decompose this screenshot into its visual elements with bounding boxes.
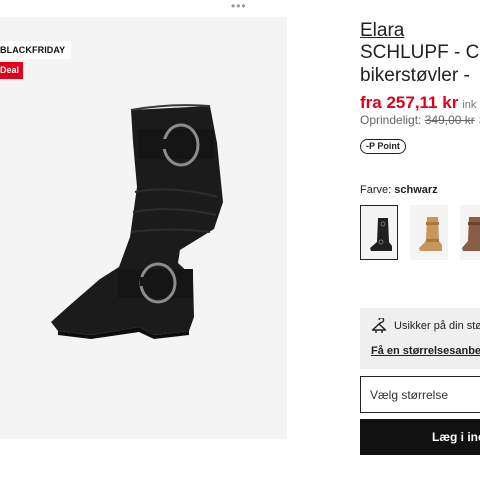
point-badge-label: Point — [377, 141, 400, 151]
product-title-line1: SCHLUPF - C — [360, 42, 480, 63]
hanger-icon — [371, 318, 387, 333]
original-price: 349,00 kr — [424, 113, 475, 127]
swatch-boot-image — [462, 217, 480, 251]
swatch-boot-image — [370, 218, 392, 251]
size-select-placeholder: Vælg størrelse — [370, 388, 449, 402]
color-swatch-brown[interactable] — [460, 205, 480, 260]
boot-image — [51, 104, 223, 339]
deal-badge: Deal — [0, 62, 24, 79]
window-menu-dots[interactable]: ••• — [231, 0, 247, 12]
color-swatch-schwarz[interactable] — [360, 205, 398, 260]
size-recommendation-link[interactable]: Få en størrelsesanbef — [371, 345, 480, 357]
product-image-panel[interactable]: BLACKFRIDAY Deal — [0, 17, 287, 439]
color-swatch-tan[interactable] — [410, 205, 448, 260]
p-point-icon: -P — [366, 141, 375, 151]
brand-link[interactable]: Elara — [360, 20, 404, 42]
blackfriday-badge: BLACKFRIDAY — [0, 41, 72, 59]
size-help-text: Usikker på din stø — [394, 320, 480, 332]
vat-note: ink — [462, 99, 477, 111]
color-label: Farve: — [360, 184, 392, 196]
original-price-row: Oprindeligt: 349,00 krS — [360, 113, 480, 127]
color-value: schwarz — [394, 184, 438, 196]
product-title-line2: bikerstøvler - — [360, 65, 470, 86]
add-to-cart-button[interactable]: Læg i inc — [360, 419, 480, 455]
size-select[interactable]: Vælg størrelse — [360, 376, 480, 413]
swatch-boot-image — [419, 217, 442, 251]
price-row: fra 257,11 kr ink — [360, 93, 476, 113]
point-badge[interactable]: -P Point — [360, 139, 406, 154]
add-to-cart-label: Læg i inc — [432, 430, 480, 444]
current-price: fra 257,11 kr — [360, 93, 459, 112]
original-price-label: Oprindeligt: — [360, 113, 422, 127]
color-label-row: Farve: schwarz — [360, 184, 438, 196]
size-help-box: Usikker på din stø Få en størrelsesanbef — [360, 308, 480, 369]
